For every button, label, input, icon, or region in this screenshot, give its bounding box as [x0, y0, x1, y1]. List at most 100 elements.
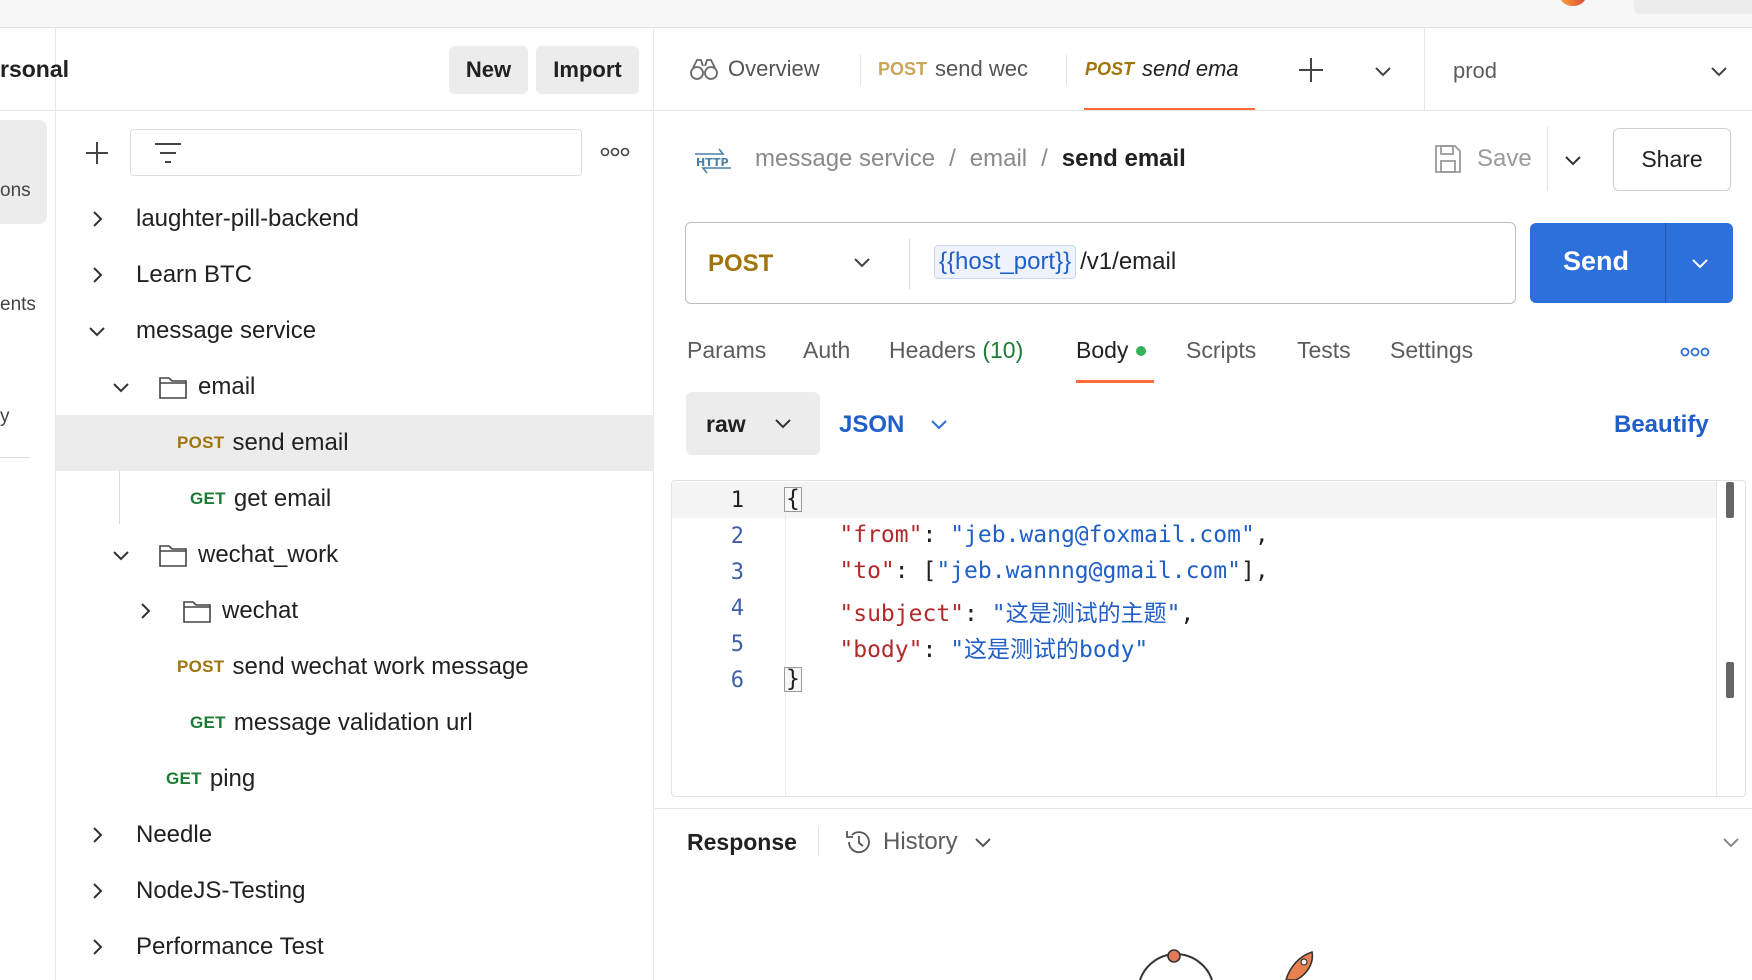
- url-bar: POST {{host_port}} /v1/email: [685, 222, 1516, 304]
- tree-item-send-wechat-work-message[interactable]: POST send wechat work message: [56, 639, 654, 695]
- environment-chevron-icon[interactable]: [1708, 60, 1730, 82]
- json-key: "from": [839, 522, 923, 548]
- sidebar-search-input[interactable]: [130, 129, 582, 176]
- add-collection-icon[interactable]: [84, 140, 110, 166]
- tree-item-learn-btc[interactable]: Learn BTC: [56, 247, 654, 303]
- tab-headers[interactable]: Headers (10): [889, 337, 1023, 364]
- json-value: "这是测试的主题": [991, 601, 1181, 627]
- tab-params[interactable]: Params: [687, 337, 766, 364]
- breadcrumb-current[interactable]: send email: [1062, 145, 1186, 173]
- send-button[interactable]: Send: [1530, 223, 1733, 303]
- response-divider[interactable]: [655, 808, 1752, 809]
- tree-item-laughter-pill-backend[interactable]: laughter-pill-backend: [56, 191, 654, 247]
- url-path[interactable]: /v1/email: [1080, 248, 1176, 276]
- folder-icon: [159, 377, 187, 399]
- tree-item-wechat[interactable]: wechat: [56, 583, 654, 639]
- body-tab-indicator: [1076, 380, 1154, 383]
- tab-send-email[interactable]: POST send ema: [1085, 56, 1239, 82]
- new-tab-icon[interactable]: [1297, 56, 1325, 84]
- tree-item-message-validation-url[interactable]: GET message validation url: [56, 695, 654, 751]
- chevron-down-icon: [113, 383, 129, 393]
- rail-item-environments-label[interactable]: ents: [0, 294, 36, 316]
- http-icon: HTTP: [693, 144, 733, 178]
- json-value: "jeb.wannng@gmail.com": [936, 558, 1241, 584]
- import-button[interactable]: Import: [536, 46, 639, 94]
- rail-item-collections-label: ons: [0, 180, 31, 201]
- tab-method: POST: [1085, 58, 1135, 79]
- tab-method: POST: [878, 58, 928, 79]
- filter-icon[interactable]: [153, 141, 183, 165]
- line-number: 1: [730, 488, 744, 513]
- tree-item-ping[interactable]: GET ping: [56, 751, 654, 807]
- tree-item-wechat-work[interactable]: wechat_work: [56, 527, 654, 583]
- chevron-down-icon: [89, 327, 105, 337]
- tab-auth[interactable]: Auth: [803, 337, 850, 364]
- send-label: Send: [1563, 246, 1630, 276]
- tab-separator: [860, 55, 861, 85]
- body-mode-select[interactable]: raw: [686, 392, 820, 455]
- tree-item-email[interactable]: email: [56, 359, 654, 415]
- save-divider: [1547, 127, 1548, 191]
- more-options-icon[interactable]: [1680, 346, 1710, 358]
- breadcrumb-folder[interactable]: email: [970, 145, 1027, 173]
- tree-item-label: Needle: [136, 821, 213, 848]
- body-format-chevron-icon[interactable]: [928, 413, 950, 435]
- method-badge: GET: [166, 769, 202, 788]
- tab-scripts[interactable]: Scripts: [1186, 337, 1256, 364]
- tab-tests[interactable]: Tests: [1297, 337, 1351, 364]
- chevron-right-icon: [93, 827, 103, 843]
- new-button[interactable]: New: [449, 46, 528, 94]
- save-options-chevron-icon[interactable]: [1562, 149, 1584, 171]
- top-bar: [0, 0, 1752, 28]
- tree-item-get-email[interactable]: GET get email: [56, 471, 654, 527]
- json-key: "subject": [839, 601, 965, 627]
- tree-item-send-email[interactable]: POST send email: [56, 415, 654, 471]
- tree-item-message-service[interactable]: message service: [56, 303, 654, 359]
- url-variable[interactable]: {{host_port}}: [934, 245, 1077, 279]
- response-collapse-chevron-icon[interactable]: [1720, 831, 1742, 853]
- headers-count: (10): [982, 337, 1024, 363]
- method-chevron-icon[interactable]: [851, 251, 873, 273]
- tab-overview[interactable]: Overview: [688, 56, 820, 82]
- share-button[interactable]: Share: [1613, 128, 1731, 191]
- line-number: 3: [730, 560, 744, 585]
- tab-send-wechat[interactable]: POST send wec: [878, 56, 1028, 82]
- method-select[interactable]: POST: [708, 250, 773, 278]
- env-divider: [1424, 28, 1425, 110]
- beautify-button[interactable]: Beautify: [1614, 411, 1709, 439]
- save-icon: [1435, 145, 1461, 173]
- tab-settings[interactable]: Settings: [1390, 337, 1473, 364]
- folder-icon: [183, 601, 211, 623]
- body-format-select[interactable]: JSON: [839, 411, 904, 439]
- tabs-menu-chevron-icon[interactable]: [1372, 60, 1394, 82]
- history-button[interactable]: History: [843, 826, 994, 858]
- tree-item-label: send email: [232, 429, 349, 456]
- save-button[interactable]: Save: [1433, 143, 1532, 175]
- code-line: "subject": "这是测试的主题",: [839, 601, 1195, 627]
- tree-item-performance-test[interactable]: Performance Test: [56, 919, 654, 975]
- tab-body[interactable]: Body: [1076, 337, 1147, 364]
- breadcrumb-collection[interactable]: message service: [755, 145, 935, 173]
- url-input[interactable]: {{host_port}} /v1/email: [934, 245, 1176, 279]
- rail-item-history-label[interactable]: y: [0, 406, 10, 428]
- environment-selector[interactable]: prod: [1453, 58, 1497, 84]
- sidebar-more-icon[interactable]: [600, 146, 630, 158]
- tree-item-label: NodeJS-Testing: [136, 877, 306, 904]
- rail-item-collections[interactable]: [0, 120, 47, 224]
- top-bar-button[interactable]: [1634, 0, 1752, 14]
- line-number: 4: [730, 596, 744, 621]
- chevron-down-icon: [772, 412, 794, 434]
- workspace-title: rsonal: [0, 56, 70, 82]
- tree-item-nodejs-testing[interactable]: NodeJS-Testing: [56, 863, 654, 919]
- scrollbar-thumb[interactable]: [1726, 482, 1734, 518]
- avatar[interactable]: [1560, 0, 1586, 6]
- chevron-right-icon: [93, 939, 103, 955]
- tree-item-label: message service: [136, 317, 317, 344]
- code-line: "body": "这是测试的body": [839, 637, 1149, 663]
- editor-scrollbar[interactable]: [1716, 481, 1745, 796]
- tree-item-label: laughter-pill-backend: [136, 205, 359, 232]
- json-key: "to": [839, 558, 895, 584]
- tree-item-label: Learn BTC: [136, 261, 253, 288]
- send-options-chevron-icon[interactable]: [1689, 252, 1711, 274]
- tree-item-needle[interactable]: Needle: [56, 807, 654, 863]
